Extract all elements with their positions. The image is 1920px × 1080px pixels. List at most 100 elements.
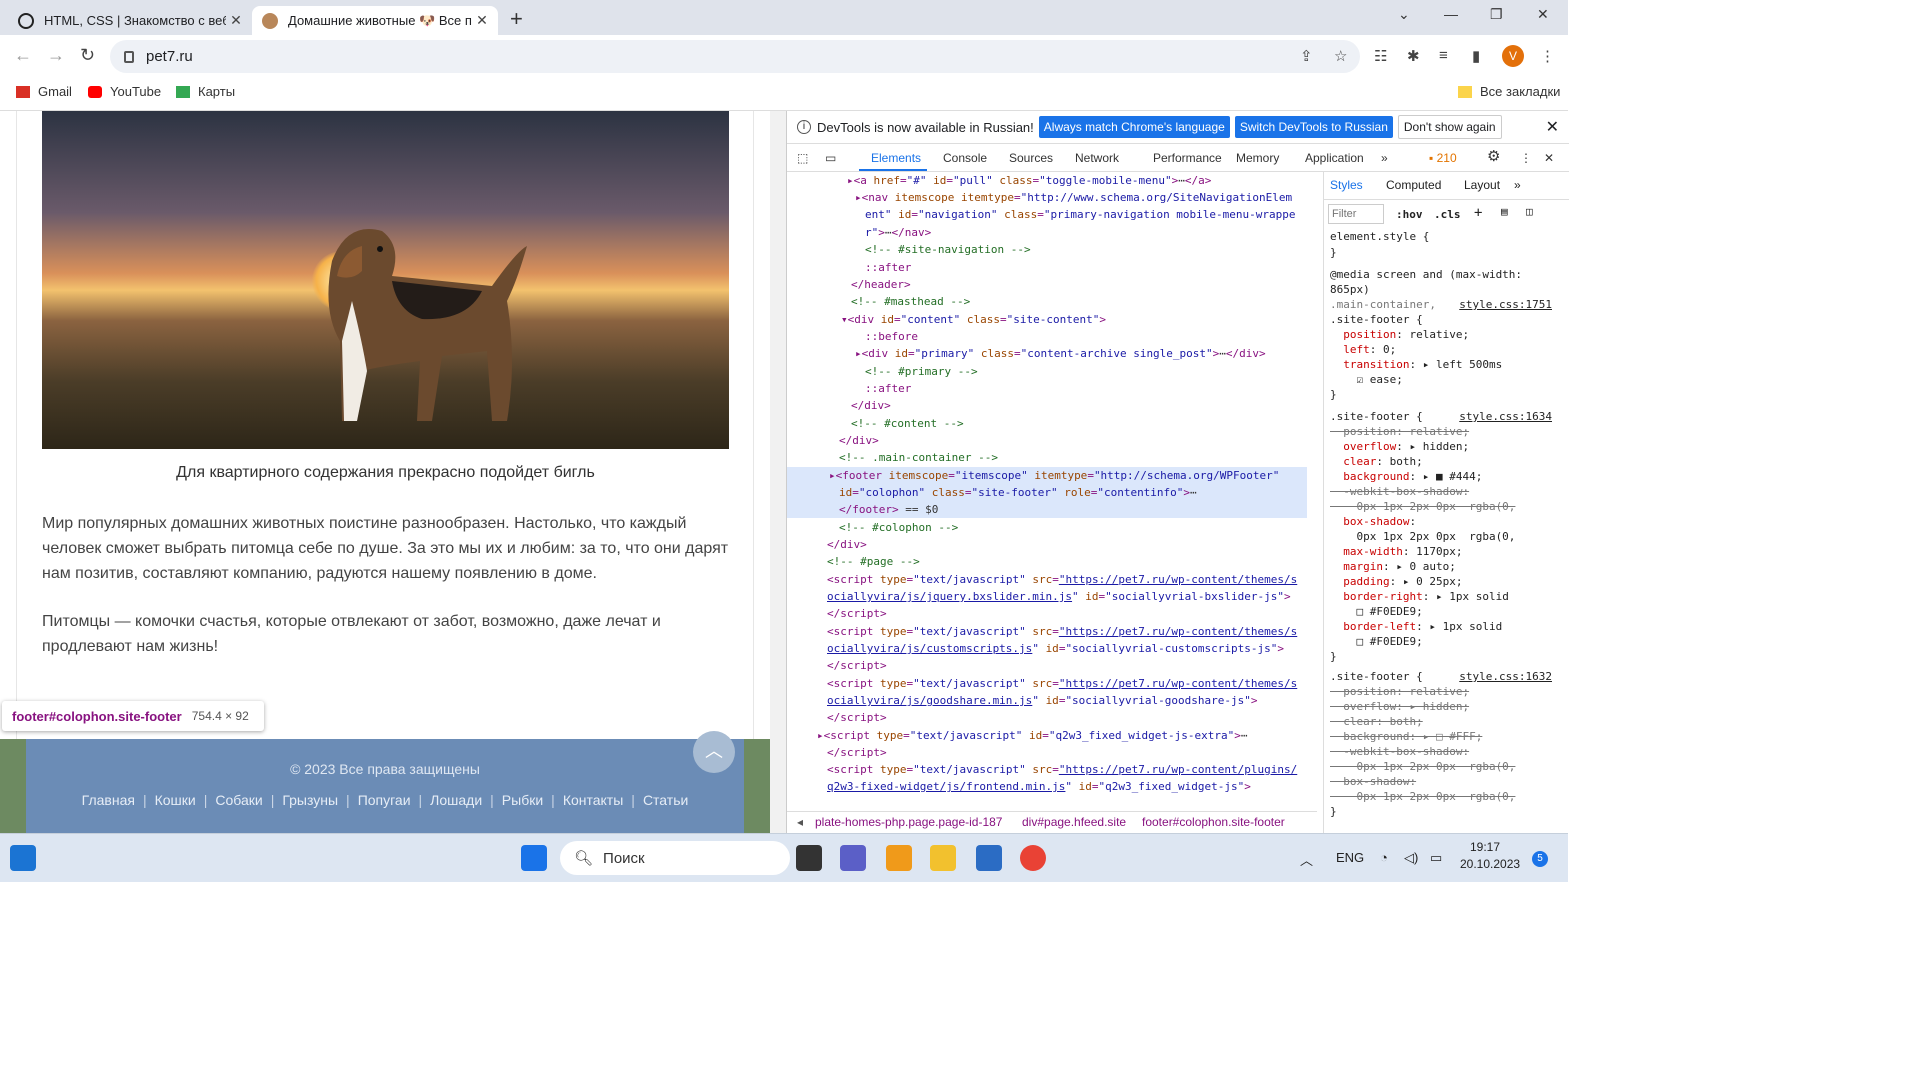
footer-link-contacts[interactable]: Контакты (563, 792, 623, 808)
minimize-button[interactable]: — (1444, 6, 1458, 22)
issues-badge[interactable]: ▪ 210 (1429, 151, 1457, 165)
bookmark-label: Карты (198, 84, 236, 99)
footer-link-horses[interactable]: Лошади (430, 792, 482, 808)
footer-link-articles[interactable]: Статьи (643, 792, 688, 808)
widgets-icon[interactable] (10, 845, 36, 871)
side-panel-icon[interactable]: ▮ (1472, 47, 1480, 65)
bookmark-label: YouTube (110, 84, 162, 99)
bookmark-youtube[interactable]: YouTube (88, 84, 161, 99)
chevron-up-icon[interactable]: ︿ (1300, 850, 1313, 869)
dog-illustration (328, 229, 527, 421)
volume-icon[interactable]: ◁) (1404, 850, 1418, 866)
star-icon[interactable]: ☆ (1334, 47, 1347, 65)
youtube-icon (88, 85, 102, 98)
menu-icon[interactable]: ⋮ (1520, 151, 1532, 165)
add-rule-icon[interactable]: + (1474, 205, 1482, 221)
task-view-icon[interactable] (796, 845, 822, 871)
pug-icon (262, 12, 278, 29)
breadcrumb-item[interactable]: footer#colophon.site-footer (1142, 815, 1285, 829)
tab-layout[interactable]: Layout (1464, 178, 1500, 192)
explorer-icon[interactable] (930, 845, 956, 871)
more-tabs-icon[interactable]: » (1514, 178, 1521, 192)
device-toolbar-icon[interactable]: ▭ (825, 151, 836, 165)
close-icon[interactable]: ✕ (472, 12, 492, 29)
address-bar[interactable]: pet7.ru (110, 40, 1360, 73)
close-icon[interactable]: ✕ (1546, 117, 1559, 137)
bookmark-maps[interactable]: Карты (176, 84, 235, 99)
dont-show-button[interactable]: Don't show again (1397, 115, 1502, 139)
scroll-to-top-button[interactable]: ︿ (693, 731, 735, 773)
tab-performance[interactable]: Performance (1153, 151, 1222, 165)
tab-elements[interactable]: Elements (871, 151, 921, 165)
devtools-panel: i DevTools is now available in Russian! … (786, 111, 1569, 833)
tab-network[interactable]: Network (1075, 151, 1119, 165)
battery-icon[interactable]: ▭ (1430, 850, 1442, 866)
clock-time[interactable]: 19:17 (1470, 840, 1500, 854)
maximize-button[interactable]: ❐ (1490, 6, 1503, 23)
devtools-tabs: ⬚ ▭ Elements Console Sources Network Per… (787, 144, 1569, 172)
paragraph: Питомцы — комочки счастья, которые отвле… (42, 613, 661, 655)
tab-sources[interactable]: Sources (1009, 151, 1053, 165)
footer-link-fish[interactable]: Рыбки (502, 792, 543, 808)
forward-icon[interactable]: → (47, 45, 65, 66)
tab-memory[interactable]: Memory (1236, 151, 1279, 165)
hov-toggle[interactable]: :hov (1396, 208, 1423, 221)
info-icon: i (797, 120, 811, 134)
close-window-button[interactable]: ✕ (1537, 6, 1549, 23)
openai-icon (18, 12, 34, 29)
tab-search-icon[interactable]: ⌄ (1398, 6, 1410, 23)
sidebar-toggle-icon[interactable]: ◫ (1526, 205, 1533, 218)
close-icon[interactable]: ✕ (226, 12, 246, 29)
gear-icon[interactable]: ⚙ (1487, 147, 1500, 165)
close-icon[interactable]: ✕ (1544, 151, 1554, 165)
clock-date[interactable]: 20.10.2023 (1460, 857, 1520, 871)
notification-badge[interactable]: 5 (1532, 851, 1548, 867)
chrome-icon[interactable] (1020, 845, 1046, 871)
new-tab-button[interactable]: + (510, 6, 523, 32)
switch-language-button[interactable]: Switch DevTools to Russian (1234, 116, 1393, 138)
cls-toggle[interactable]: .cls (1434, 208, 1461, 221)
breadcrumb-item[interactable]: div#page.hfeed.site (1022, 815, 1126, 829)
extension-grid-icon[interactable]: ☷ (1374, 47, 1387, 65)
wifi-icon[interactable]: ◔ (1380, 850, 1388, 865)
always-match-button[interactable]: Always match Chrome's language (1038, 116, 1230, 138)
paint-icon[interactable]: ▤ (1501, 205, 1508, 218)
beagle-photo (42, 111, 729, 449)
footer-link-parrots[interactable]: Попугаи (358, 792, 411, 808)
reload-icon[interactable]: ↻ (80, 45, 95, 66)
tab-styles[interactable]: Styles (1330, 178, 1363, 192)
crumb-left-icon[interactable]: ◂ (797, 815, 803, 829)
footer-link-rodents[interactable]: Грызуны (282, 792, 338, 808)
sublime-icon[interactable] (886, 845, 912, 871)
share-icon[interactable]: ⇪ (1300, 47, 1313, 65)
start-button[interactable] (521, 845, 547, 871)
back-icon[interactable]: ← (14, 45, 32, 66)
all-bookmarks[interactable]: Все закладки (1458, 84, 1560, 99)
taskbar-search[interactable]: 🔍︎ Поиск (560, 841, 790, 875)
issues-count: 210 (1436, 151, 1457, 165)
puzzle-icon[interactable]: ✱ (1407, 47, 1420, 65)
breadcrumb-item[interactable]: plate-homes-php.page.page-id-187 (815, 815, 1002, 829)
styles-filter-input[interactable] (1328, 204, 1384, 224)
tab-console[interactable]: Console (943, 151, 987, 165)
footer-link-dogs[interactable]: Собаки (215, 792, 262, 808)
tab-application[interactable]: Application (1305, 151, 1364, 165)
teams-icon[interactable] (840, 845, 866, 871)
avatar[interactable]: V (1502, 45, 1524, 67)
tab-html-css[interactable]: HTML, CSS | Знакомство с веб- ✕ (8, 6, 252, 35)
lock-icon (124, 50, 134, 63)
inspect-icon[interactable]: ⬚ (797, 151, 808, 165)
language-indicator[interactable]: ENG (1336, 850, 1364, 865)
tab-pets[interactable]: Домашние животные 🐶 Все п ✕ (252, 6, 498, 35)
bookmark-gmail[interactable]: Gmail (16, 84, 72, 99)
tooltip-size: 754.4 × 92 (191, 709, 249, 723)
page-scrollbar[interactable] (770, 111, 786, 833)
footer-link-cats[interactable]: Кошки (155, 792, 196, 808)
store-icon[interactable] (976, 845, 1002, 871)
menu-icon[interactable]: ⋮ (1540, 47, 1555, 65)
browser-toolbar: ← → ↻ pet7.ru ⇪ ☆ ☷ ✱ ≡ ▮ ⋮ (0, 35, 1568, 77)
tab-computed[interactable]: Computed (1386, 178, 1441, 192)
more-tabs-icon[interactable]: » (1381, 151, 1388, 165)
footer-link-home[interactable]: Главная (82, 792, 135, 808)
reading-list-icon[interactable]: ≡ (1439, 47, 1448, 64)
